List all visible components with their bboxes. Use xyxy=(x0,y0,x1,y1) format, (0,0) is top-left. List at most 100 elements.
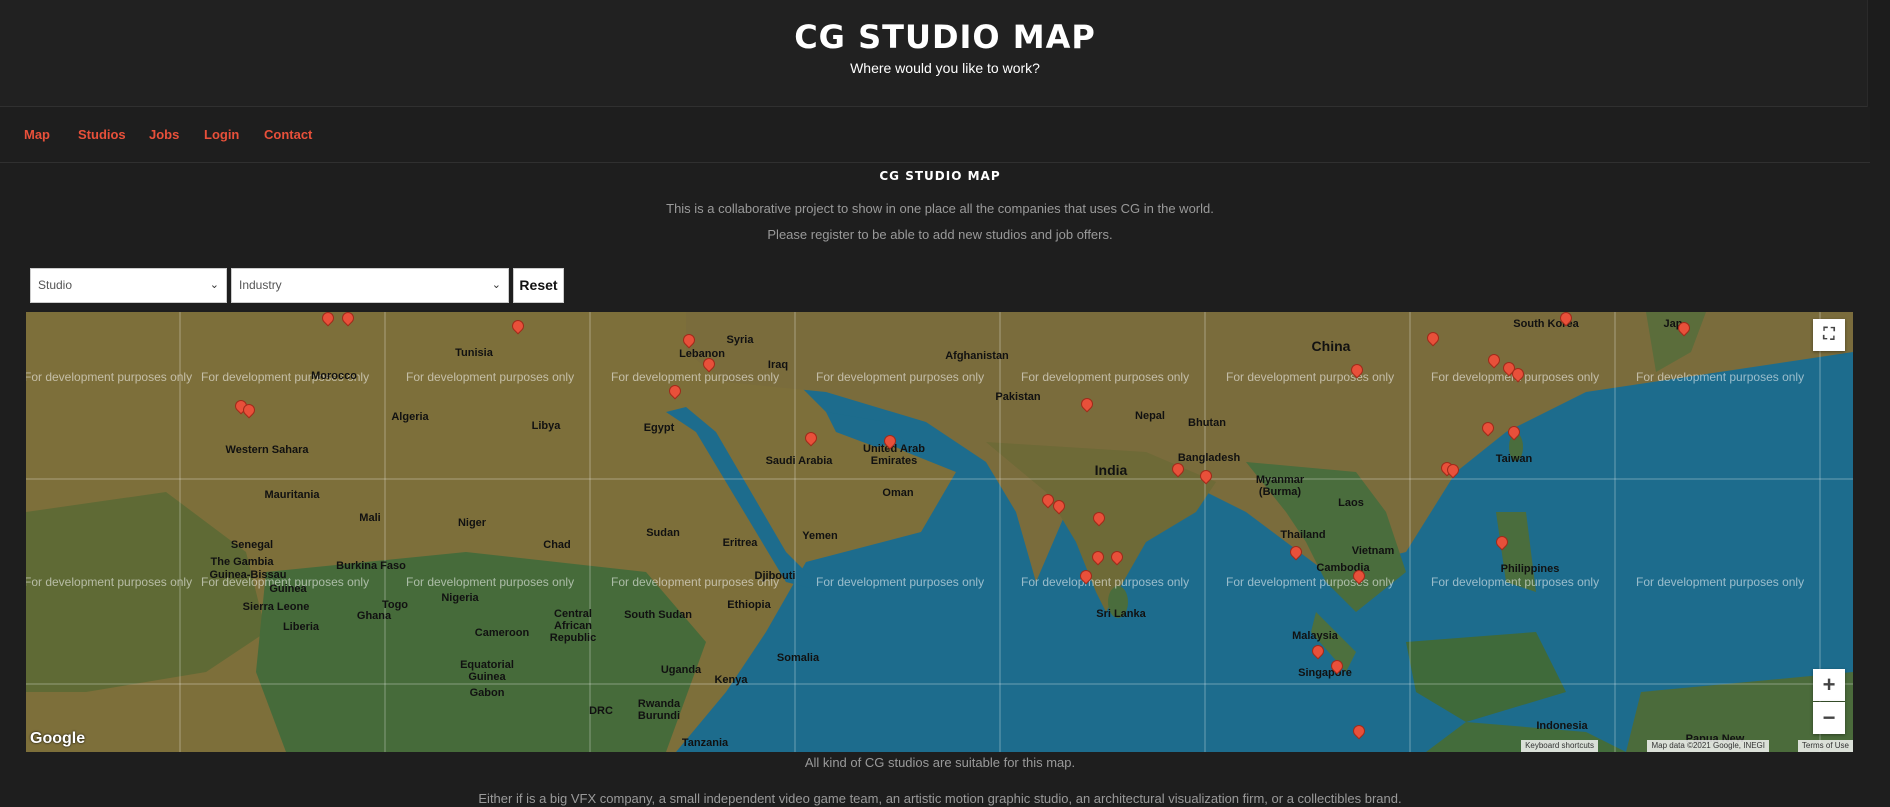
main-navigation: Map Studios Jobs Login Contact xyxy=(0,107,1870,163)
country-label: United Arab Emirates xyxy=(863,443,925,467)
dev-watermark: For development purposes only xyxy=(816,575,985,589)
dev-watermark: For development purposes only xyxy=(1636,370,1805,384)
intro-text-1: This is a collaborative project to show … xyxy=(666,201,1214,216)
country-label: Iraq xyxy=(767,359,789,371)
country-label: Indonesia xyxy=(1536,720,1588,732)
fullscreen-button[interactable]: ⛶ xyxy=(1813,319,1845,351)
country-label: Tanzania xyxy=(681,737,729,749)
country-label: Burkina Faso xyxy=(336,560,406,572)
country-label: Chad xyxy=(543,539,571,551)
country-label: Somalia xyxy=(776,652,820,664)
country-label: Djibouti xyxy=(754,570,796,582)
dev-watermark: For development purposes only xyxy=(816,370,985,384)
google-logo: Google xyxy=(30,730,86,747)
industry-select[interactable]: Industry ⌄ xyxy=(231,268,509,303)
country-label: Algeria xyxy=(391,411,429,423)
nav-item-contact[interactable]: Contact xyxy=(264,127,312,142)
studio-map[interactable]: For development purposes only For develo… xyxy=(26,312,1853,752)
map-data-attribution: Map data ©2021 Google, INEGI xyxy=(1647,740,1769,752)
dev-watermark: For development purposes only xyxy=(1226,575,1395,589)
site-tagline: Where would you like to work? xyxy=(850,60,1040,76)
country-label: The Gambia xyxy=(210,556,274,568)
nav-item-jobs[interactable]: Jobs xyxy=(149,127,179,142)
country-label: Guinea xyxy=(269,583,307,595)
country-label: Togo xyxy=(381,599,409,611)
dev-watermark: For development purposes only xyxy=(406,575,575,589)
country-label: Liberia xyxy=(282,621,320,633)
chevron-down-icon: ⌄ xyxy=(491,279,501,291)
industry-select-value: Industry xyxy=(239,278,282,292)
country-label: Nigeria xyxy=(441,592,479,604)
nav-item-map[interactable]: Map xyxy=(24,127,50,142)
dev-watermark: For development purposes only xyxy=(611,370,780,384)
below-text-2: Either if is a big VFX company, a small … xyxy=(478,791,1402,806)
country-label: Vietnam xyxy=(1351,545,1395,557)
country-label: Lebanon xyxy=(679,348,725,360)
keyboard-shortcuts-link[interactable]: Keyboard shortcuts xyxy=(1521,740,1598,752)
country-label: Ghana xyxy=(356,610,392,622)
intro-text-2: Please register to be able to add new st… xyxy=(767,227,1113,242)
country-label: Western Sahara xyxy=(225,444,309,456)
country-label: Bhutan xyxy=(1188,417,1226,429)
zoom-in-button[interactable]: + xyxy=(1813,669,1845,701)
chevron-down-icon: ⌄ xyxy=(209,279,219,291)
studio-select[interactable]: Studio ⌄ xyxy=(30,268,227,303)
country-label: Burundi xyxy=(637,710,681,722)
country-label: Philippines xyxy=(1500,563,1560,575)
country-label: Rwanda xyxy=(637,698,681,710)
country-label: Senegal xyxy=(230,539,274,551)
country-label: Tunisia xyxy=(455,347,493,359)
dev-watermark: For development purposes only xyxy=(1021,370,1190,384)
country-label: China xyxy=(1311,338,1351,354)
country-label: Sri Lanka xyxy=(1096,608,1146,620)
country-label: Syria xyxy=(726,334,754,346)
country-label: Guinea-Bissau xyxy=(209,569,287,581)
country-label: Pakistan xyxy=(995,391,1041,403)
country-label: Saudi Arabia xyxy=(765,455,833,467)
reset-button[interactable]: Reset xyxy=(513,268,564,303)
studio-select-value: Studio xyxy=(38,278,73,292)
below-text-1: All kind of CG studios are suitable for … xyxy=(804,755,1076,770)
country-label: Morocco xyxy=(311,370,357,382)
country-label: Uganda xyxy=(660,664,702,676)
nav-item-studios[interactable]: Studios xyxy=(78,127,126,142)
country-label: Eritrea xyxy=(722,537,758,549)
dev-watermark: For development purposes only xyxy=(1431,575,1600,589)
country-label: Mali xyxy=(359,512,381,524)
country-label: Laos xyxy=(1338,497,1364,509)
country-label: India xyxy=(1094,462,1128,478)
country-label: Libya xyxy=(531,420,561,432)
country-label: Equatorial Guinea xyxy=(460,659,514,683)
scrollbar-track[interactable] xyxy=(1867,0,1890,150)
country-label: Afghanistan xyxy=(945,350,1009,362)
country-label: Cameroon xyxy=(474,627,530,639)
country-label: Central African Republic xyxy=(549,608,597,644)
nav-item-login[interactable]: Login xyxy=(204,127,239,142)
country-label: DRC xyxy=(589,705,613,717)
country-label: Malaysia xyxy=(1292,630,1338,642)
country-label: Taiwan xyxy=(1495,453,1533,465)
site-header: CG STUDIO MAP Where would you like to wo… xyxy=(0,0,1890,107)
country-label: Myanmar (Burma) xyxy=(1255,474,1305,498)
dev-watermark: For development purposes only xyxy=(1636,575,1805,589)
terms-of-use-link[interactable]: Terms of Use xyxy=(1797,740,1853,752)
dev-watermark: For development purposes only xyxy=(26,370,193,384)
country-label: Singapore xyxy=(1298,667,1352,679)
site-title[interactable]: CG STUDIO MAP xyxy=(0,18,1890,56)
fullscreen-icon: ⛶ xyxy=(1823,326,1835,343)
country-label: Sierra Leone xyxy=(242,601,310,613)
country-label: Yemen xyxy=(802,530,838,542)
country-label: Sudan xyxy=(646,527,680,539)
country-label: Thailand xyxy=(1280,529,1326,541)
country-label: Nepal xyxy=(1135,410,1165,422)
country-label: Niger xyxy=(457,517,487,529)
country-label: Ethiopia xyxy=(727,599,771,611)
dev-watermark: For development purposes only xyxy=(406,370,575,384)
zoom-out-button[interactable]: − xyxy=(1813,702,1845,734)
page-heading: CG STUDIO MAP xyxy=(879,169,1001,183)
dev-watermark: For development purposes only xyxy=(26,575,193,589)
country-label: Egypt xyxy=(643,422,675,434)
country-label: Kenya xyxy=(714,674,748,686)
country-label: Mauritania xyxy=(264,489,320,501)
dev-watermark: For development purposes only xyxy=(1021,575,1190,589)
